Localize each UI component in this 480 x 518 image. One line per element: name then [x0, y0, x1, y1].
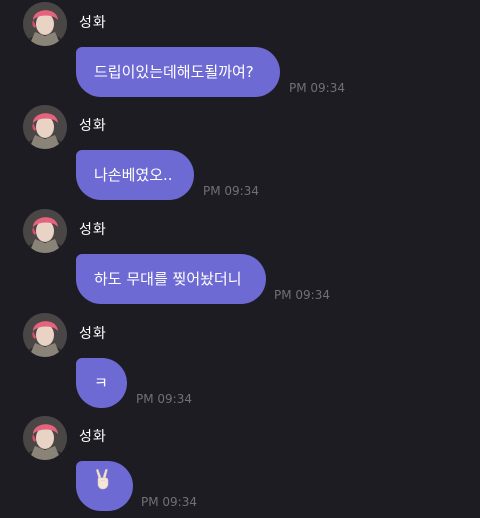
- message-timestamp: PM 09:34: [136, 392, 192, 406]
- message-bubble[interactable]: 나손베였오..: [76, 150, 194, 200]
- avatar[interactable]: [23, 416, 67, 460]
- sender-name: 성화: [79, 15, 107, 31]
- message-bubble[interactable]: [76, 461, 133, 511]
- message-bubble[interactable]: 하도 무대를 찢어놨더니: [76, 254, 266, 304]
- message-timestamp: PM 09:34: [203, 184, 259, 198]
- avatar[interactable]: [23, 2, 67, 46]
- victory-hand-icon: [93, 460, 113, 510]
- sender-name: 성화: [79, 118, 107, 134]
- message-timestamp: PM 09:34: [274, 288, 330, 302]
- message-bubble[interactable]: ㅋ: [76, 358, 127, 408]
- sender-name: 성화: [79, 326, 107, 342]
- sender-name: 성화: [79, 222, 107, 238]
- avatar[interactable]: [23, 209, 67, 253]
- message-bubble[interactable]: 드립이있는데해도될까여?: [76, 47, 280, 97]
- sender-name: 성화: [79, 429, 107, 445]
- message-timestamp: PM 09:34: [289, 81, 345, 95]
- avatar[interactable]: [23, 313, 67, 357]
- chat-window: 성화 드립이있는데해도될까여? PM 09:34 성화 나손베였오.. PM 0…: [0, 0, 480, 518]
- avatar[interactable]: [23, 105, 67, 149]
- message-timestamp: PM 09:34: [141, 495, 197, 509]
